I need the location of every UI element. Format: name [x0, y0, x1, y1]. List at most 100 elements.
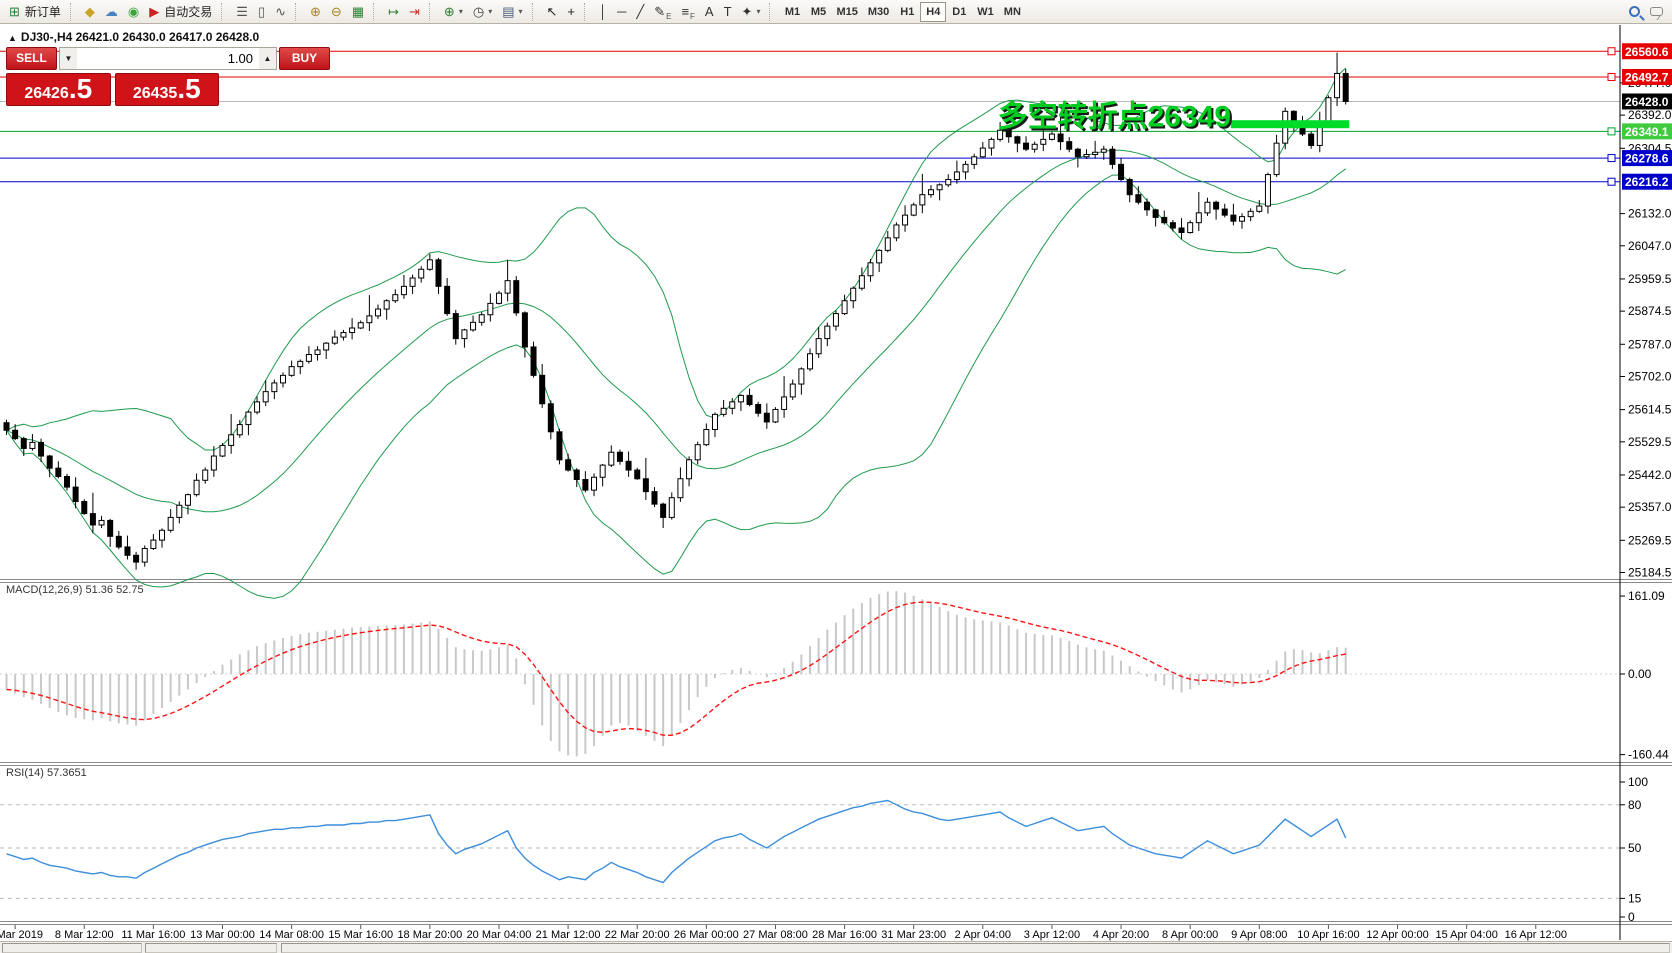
chart-line-button[interactable]: ∿ — [270, 2, 291, 22]
auto-scroll-button[interactable]: ↦ — [383, 2, 404, 22]
vertical-line-button[interactable]: │ — [594, 2, 612, 22]
zoom-out-button[interactable]: ⊖ — [326, 2, 347, 22]
svg-text:3 Apr 12:00: 3 Apr 12:00 — [1024, 929, 1080, 941]
search-icon[interactable] — [1624, 2, 1645, 22]
svg-text:50: 50 — [1628, 841, 1642, 855]
timeframe-mn-button[interactable]: MN — [999, 2, 1026, 22]
volume-increase-button[interactable]: ▲ — [259, 48, 276, 69]
new-order-label: 新订单 — [25, 3, 61, 20]
svg-text:26492.7: 26492.7 — [1625, 70, 1669, 84]
toolbar-separator — [70, 3, 77, 21]
svg-text:26047.0: 26047.0 — [1628, 239, 1672, 253]
timeframe-w1-button[interactable]: W1 — [972, 2, 999, 22]
svg-text:26349.1: 26349.1 — [1625, 125, 1669, 139]
svg-text:2 Apr 04:00: 2 Apr 04:00 — [955, 929, 1011, 941]
svg-text:15 Mar 16:00: 15 Mar 16:00 — [328, 929, 393, 941]
status-cell — [145, 943, 277, 953]
text-button[interactable]: A — [700, 2, 719, 22]
sell-price-display[interactable]: 26426 .5 — [6, 73, 111, 106]
svg-text:25184.5: 25184.5 — [1628, 566, 1672, 580]
market-button[interactable]: ◆ — [80, 2, 100, 22]
equidistant-channel-button[interactable]: ✎E — [649, 2, 676, 22]
svg-text:14 Mar 08:00: 14 Mar 08:00 — [259, 929, 324, 941]
horizontal-line-button[interactable]: ─ — [612, 2, 631, 22]
horizontal-line-icon: ─ — [617, 3, 626, 21]
symbol-ohlc-values: 26421.0 26430.0 26417.0 26428.0 — [76, 30, 260, 44]
volume-input[interactable] — [77, 48, 259, 69]
symbol-caret-icon: ▲ — [8, 33, 17, 43]
cursor-button[interactable]: ↖ — [542, 2, 563, 22]
rsi-values: 57.3651 — [47, 767, 87, 779]
fibonacci-icon: ≡ — [681, 3, 689, 21]
chart-canvas[interactable]: 多空转折点26349多空转折点2634926477.026392.026304.… — [0, 0, 1672, 953]
indicators-icon: ⊕ — [444, 3, 455, 21]
chart-shift-icon: ⇥ — [409, 3, 420, 21]
toolbar-separator — [221, 3, 228, 21]
text-label-button[interactable]: T — [719, 2, 737, 22]
new-order-button[interactable]: ⊞新订单 — [4, 2, 66, 22]
svg-text:25614.5: 25614.5 — [1628, 403, 1672, 417]
timeframe-m1-button[interactable]: M1 — [779, 2, 805, 22]
timeframe-m5-button[interactable]: M5 — [805, 2, 831, 22]
sell-button[interactable]: SELL — [6, 47, 57, 70]
svg-text:25529.5: 25529.5 — [1628, 435, 1672, 449]
fibonacci-button[interactable]: ≡F — [676, 2, 699, 22]
mt4-window: ⊞新订单◆☁◉▶自动交易☰▯∿⊕⊖▦↦⇥⊕▾◷▾▤▾↖+│─╱✎E≡FAT✦▾M… — [0, 0, 1672, 953]
arrows-dropdown-icon: ▾ — [756, 7, 760, 16]
toolbar-separator — [429, 3, 436, 21]
chart-candles-button[interactable]: ▯ — [253, 2, 270, 22]
volume-decrease-button[interactable]: ▼ — [60, 48, 77, 69]
svg-text:31 Mar 23:00: 31 Mar 23:00 — [881, 929, 946, 941]
svg-text:8 Apr 00:00: 8 Apr 00:00 — [1162, 929, 1218, 941]
svg-text:8 Mar 12:00: 8 Mar 12:00 — [55, 929, 114, 941]
buy-button[interactable]: BUY — [279, 47, 330, 70]
svg-text:26132.0: 26132.0 — [1628, 207, 1672, 221]
svg-text:26216.2: 26216.2 — [1625, 175, 1669, 189]
svg-text:7 Mar 2019: 7 Mar 2019 — [0, 929, 43, 941]
chart-line-icon: ∿ — [275, 3, 286, 21]
svg-text:20 Mar 04:00: 20 Mar 04:00 — [467, 929, 532, 941]
buy-price-display[interactable]: 26435 .5 — [115, 73, 220, 106]
chat-icon[interactable] — [1645, 2, 1668, 22]
sell-price-main: 26426 — [24, 85, 69, 103]
tile-windows-button[interactable]: ▦ — [347, 2, 369, 22]
signals-button[interactable]: ◉ — [123, 2, 144, 22]
timeframe-d1-button[interactable]: D1 — [946, 2, 972, 22]
auto-trading-button[interactable]: ▶自动交易 — [144, 2, 217, 22]
vertical-line-icon: │ — [599, 3, 607, 21]
timeframe-m30-button[interactable]: M30 — [863, 2, 894, 22]
cursor-icon: ↖ — [547, 3, 558, 21]
svg-text:100: 100 — [1628, 775, 1648, 789]
chart-bars-button[interactable]: ☰ — [231, 2, 253, 22]
svg-text:25442.0: 25442.0 — [1628, 468, 1672, 482]
crosshair-button[interactable]: + — [562, 2, 580, 22]
crosshair-icon: + — [567, 3, 575, 21]
trendline-icon: ╱ — [636, 3, 644, 21]
auto-trading-icon: ▶ — [149, 3, 159, 21]
svg-text:15 Apr 04:00: 15 Apr 04:00 — [1435, 929, 1497, 941]
svg-text:161.09: 161.09 — [1628, 589, 1665, 603]
sell-price-fraction: .5 — [69, 76, 92, 102]
market-icon: ◆ — [85, 3, 95, 21]
trendline-button[interactable]: ╱ — [631, 2, 649, 22]
auto-scroll-icon: ↦ — [388, 3, 399, 21]
templates-button[interactable]: ▤▾ — [497, 2, 527, 22]
periods-dropdown-icon: ▾ — [488, 7, 492, 16]
svg-text:4 Apr 20:00: 4 Apr 20:00 — [1093, 929, 1149, 941]
mql5-community-button[interactable]: ☁ — [100, 2, 123, 22]
text-icon: A — [705, 3, 714, 21]
templates-dropdown-icon: ▾ — [519, 7, 523, 16]
timeframe-h4-button[interactable]: H4 — [920, 2, 946, 22]
svg-text:25702.0: 25702.0 — [1628, 369, 1672, 383]
indicators-button[interactable]: ⊕▾ — [439, 2, 468, 22]
timeframe-h1-button[interactable]: H1 — [894, 2, 920, 22]
mql5-community-icon: ☁ — [105, 3, 118, 21]
tile-windows-icon: ▦ — [352, 3, 364, 21]
svg-text:22 Mar 20:00: 22 Mar 20:00 — [605, 929, 670, 941]
arrows-button[interactable]: ✦▾ — [737, 2, 766, 22]
zoom-in-button[interactable]: ⊕ — [305, 2, 326, 22]
macd-values: 51.36 52.75 — [85, 584, 143, 596]
chart-shift-button[interactable]: ⇥ — [404, 2, 425, 22]
periods-button[interactable]: ◷▾ — [468, 2, 497, 22]
timeframe-m15-button[interactable]: M15 — [831, 2, 862, 22]
